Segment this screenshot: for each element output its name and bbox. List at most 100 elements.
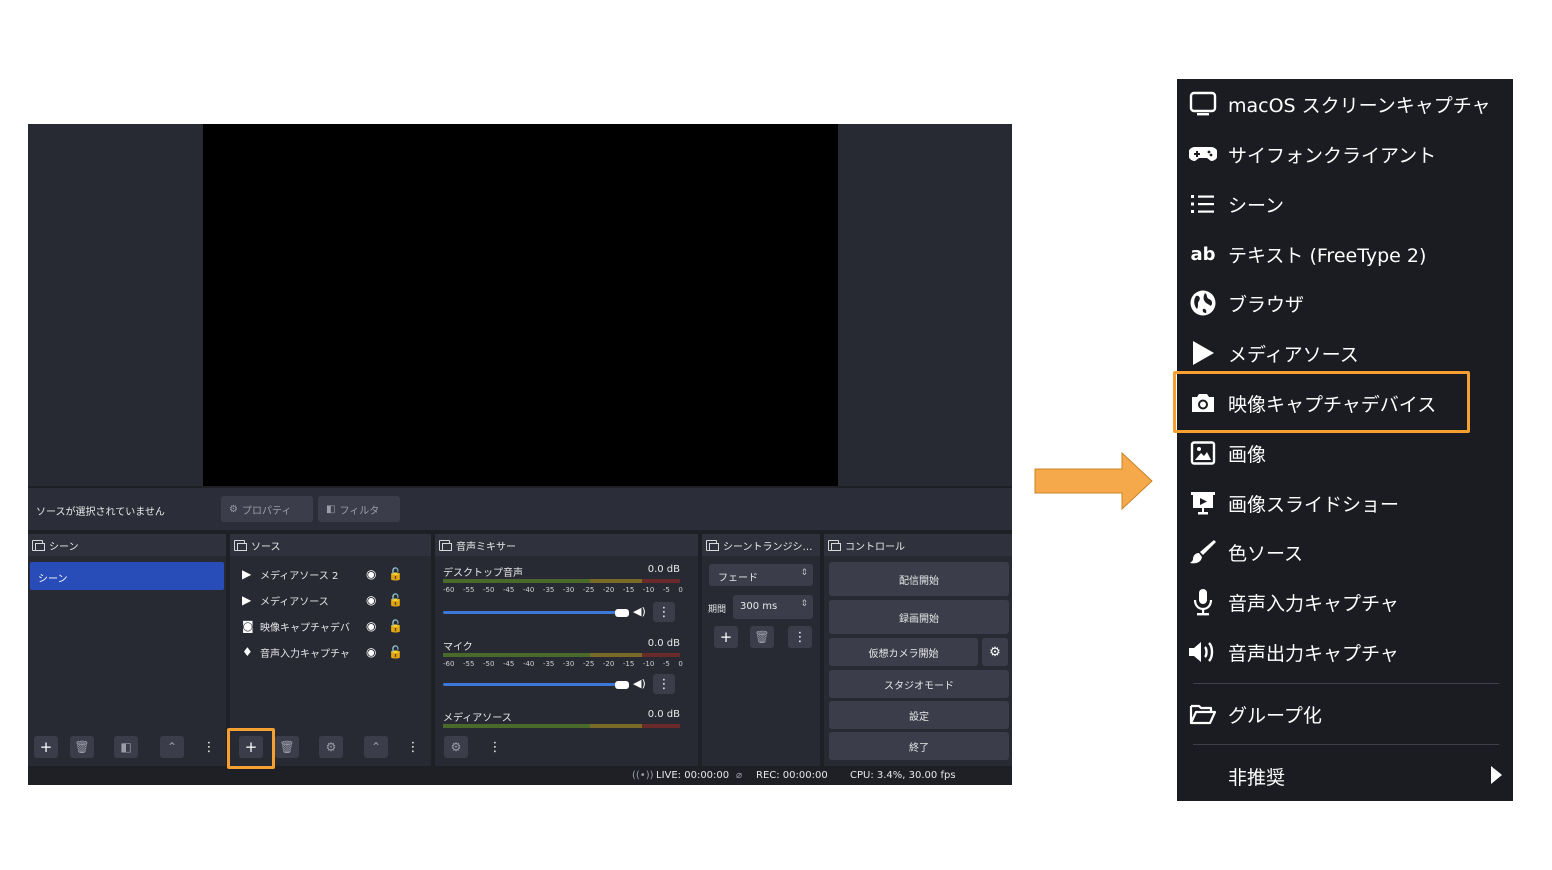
source-context-bar: ソースが選択されていません ⚙ プロパティ ◧ フィルタ bbox=[28, 488, 1012, 530]
menu-item-browser[interactable]: ブラウザ bbox=[1177, 283, 1513, 323]
source-more-button[interactable]: ⋮ bbox=[406, 736, 420, 758]
remove-scene-button[interactable]: 🗑 bbox=[70, 736, 94, 758]
speaker-icon[interactable]: ◀) bbox=[633, 677, 646, 690]
exit-button[interactable]: 終了 bbox=[829, 732, 1009, 760]
menu-item-image-slideshow[interactable]: 画像スライドショー bbox=[1177, 483, 1513, 523]
settings-button[interactable]: 設定 bbox=[829, 701, 1009, 729]
menu-item-syphon-client[interactable]: サイフォンクライアント bbox=[1177, 134, 1513, 174]
duration-spinbox[interactable]: 300 ms ⇕ bbox=[733, 595, 813, 619]
source-item[interactable]: ◙ 映像キャプチャデバ ◉ 🔓 bbox=[242, 614, 403, 638]
volume-slider-knob[interactable] bbox=[615, 609, 629, 617]
transition-more-button[interactable]: ⋮ bbox=[788, 626, 812, 648]
mic-icon bbox=[1188, 587, 1218, 617]
dock-undock-icon[interactable] bbox=[828, 539, 841, 551]
start-virtual-camera-button[interactable]: 仮想カメラ開始 bbox=[829, 638, 978, 666]
preview-canvas[interactable] bbox=[203, 124, 838, 486]
filter-icon: ◧ bbox=[120, 740, 132, 754]
duration-label: 期間 bbox=[708, 605, 727, 615]
gears-icon: ⚙ bbox=[450, 740, 462, 754]
source-properties-button[interactable]: ⚙ bbox=[319, 736, 343, 758]
folder-icon bbox=[1188, 699, 1218, 729]
plus-icon: + bbox=[39, 738, 53, 756]
studio-mode-button[interactable]: スタジオモード bbox=[829, 670, 1009, 698]
play-icon: ▶ bbox=[242, 567, 252, 581]
mixer-channel-menu-button[interactable]: ⋮ bbox=[653, 602, 675, 622]
dock-undock-icon[interactable] bbox=[32, 539, 45, 551]
menu-item-group[interactable]: グループ化 bbox=[1177, 694, 1513, 734]
spin-arrows-icon[interactable]: ⇕ bbox=[800, 599, 808, 609]
mixer-more-button[interactable]: ⋮ bbox=[489, 736, 502, 758]
plus-icon: + bbox=[719, 628, 733, 646]
more-vertical-icon: ⋮ bbox=[406, 739, 420, 755]
start-recording-button[interactable]: 録画開始 bbox=[829, 600, 1009, 634]
scene-more-button[interactable]: ⋮ bbox=[202, 736, 216, 758]
more-vertical-icon: ⋮ bbox=[202, 739, 216, 755]
volume-meter bbox=[443, 653, 680, 657]
source-item[interactable]: ▶ メディアソース 2 ◉ 🔓 bbox=[242, 562, 403, 586]
status-bar: ((•)) LIVE: 00:00:00 ⌀ REC: 00:00:00 CPU… bbox=[28, 766, 1012, 785]
visibility-eye-icon[interactable]: ◉ bbox=[366, 567, 388, 581]
text-icon: ab bbox=[1190, 243, 1216, 265]
mixer-channel-name: マイク bbox=[443, 642, 473, 653]
menu-item-media-source[interactable]: メディアソース bbox=[1177, 333, 1513, 373]
slideshow-icon bbox=[1188, 488, 1218, 518]
visibility-eye-icon[interactable]: ◉ bbox=[366, 619, 388, 633]
source-item[interactable]: ♦ 音声入力キャプチャ ◉ 🔓 bbox=[242, 640, 403, 664]
volume-meter bbox=[443, 579, 680, 583]
gamepad-icon bbox=[1188, 139, 1218, 169]
globe-icon bbox=[1188, 288, 1218, 318]
speaker-icon[interactable]: ◀) bbox=[633, 605, 646, 618]
properties-button[interactable]: ⚙ プロパティ bbox=[221, 496, 313, 522]
menu-item-text[interactable]: ab テキスト (FreeType 2) bbox=[1177, 234, 1513, 274]
add-transition-button[interactable]: + bbox=[714, 626, 738, 648]
transition-select[interactable]: フェード ⇕ bbox=[709, 564, 813, 586]
visibility-eye-icon[interactable]: ◉ bbox=[366, 645, 388, 659]
submenu-arrow-icon bbox=[1491, 766, 1502, 784]
dock-undock-icon[interactable] bbox=[234, 539, 247, 551]
menu-separator bbox=[1193, 744, 1499, 745]
rec-icon: ⌀ bbox=[736, 770, 743, 781]
remove-transition-button[interactable]: 🗑 bbox=[750, 626, 774, 648]
arrow-right-icon bbox=[1034, 452, 1153, 510]
dock-undock-icon[interactable] bbox=[439, 539, 452, 551]
gear-icon: ⚙ bbox=[325, 740, 337, 754]
live-signal-icon: ((•)) bbox=[632, 770, 654, 781]
volume-slider[interactable] bbox=[443, 683, 623, 686]
lock-icon[interactable]: 🔓 bbox=[388, 567, 403, 581]
brush-icon bbox=[1188, 537, 1218, 567]
start-streaming-button[interactable]: 配信開始 bbox=[829, 562, 1009, 596]
mixer-channel-menu-button[interactable]: ⋮ bbox=[653, 674, 675, 694]
filters-button[interactable]: ◧ フィルタ bbox=[318, 496, 400, 522]
meter-scale: -60 -55 -50 -45 -40 -35 -30 -25 -20 -15 -10 -5 0 bbox=[443, 586, 683, 594]
scene-filters-button[interactable]: ◧ bbox=[114, 736, 138, 758]
lock-icon[interactable]: 🔓 bbox=[388, 619, 403, 633]
volume-slider-knob[interactable] bbox=[615, 681, 629, 689]
mixer-channel-db: 0.0 dB bbox=[647, 564, 680, 575]
controls-dock-title: コントロール bbox=[845, 541, 905, 553]
virtual-camera-settings-button[interactable]: ⚙ bbox=[982, 638, 1008, 666]
menu-item-audio-output-capture[interactable]: 音声出力キャプチャ bbox=[1177, 632, 1513, 672]
add-scene-button[interactable]: + bbox=[34, 736, 58, 758]
remove-source-button[interactable]: 🗑 bbox=[275, 736, 299, 758]
camera-icon: ◙ bbox=[242, 619, 254, 633]
source-item[interactable]: ▶ メディアソース ◉ 🔓 bbox=[242, 588, 403, 612]
select-arrows-icon: ⇕ bbox=[800, 568, 808, 578]
menu-item-color-source[interactable]: 色ソース bbox=[1177, 532, 1513, 572]
mic-icon: ♦ bbox=[242, 645, 253, 659]
dock-undock-icon[interactable] bbox=[706, 539, 719, 551]
lock-icon[interactable]: 🔓 bbox=[388, 645, 403, 659]
obs-window: ソースが選択されていません ⚙ プロパティ ◧ フィルタ シーン シーン + 🗑… bbox=[28, 124, 1012, 785]
scene-list-item[interactable]: シーン bbox=[30, 562, 224, 590]
no-source-selected-label: ソースが選択されていません bbox=[36, 507, 165, 518]
move-source-up-button[interactable]: ⌃ bbox=[364, 736, 388, 758]
move-scene-up-button[interactable]: ⌃ bbox=[160, 736, 184, 758]
visibility-eye-icon[interactable]: ◉ bbox=[366, 593, 388, 607]
menu-item-screen-capture[interactable]: macOS スクリーンキャプチャ bbox=[1177, 84, 1513, 124]
menu-item-audio-input-capture[interactable]: 音声入力キャプチャ bbox=[1177, 582, 1513, 622]
lock-icon[interactable]: 🔓 bbox=[388, 593, 403, 607]
menu-item-deprecated[interactable]: 非推奨 bbox=[1177, 756, 1513, 796]
menu-item-image[interactable]: 画像 bbox=[1177, 433, 1513, 473]
menu-item-scene[interactable]: シーン bbox=[1177, 184, 1513, 224]
advanced-audio-button[interactable]: ⚙ bbox=[444, 736, 468, 758]
volume-slider[interactable] bbox=[443, 611, 623, 614]
